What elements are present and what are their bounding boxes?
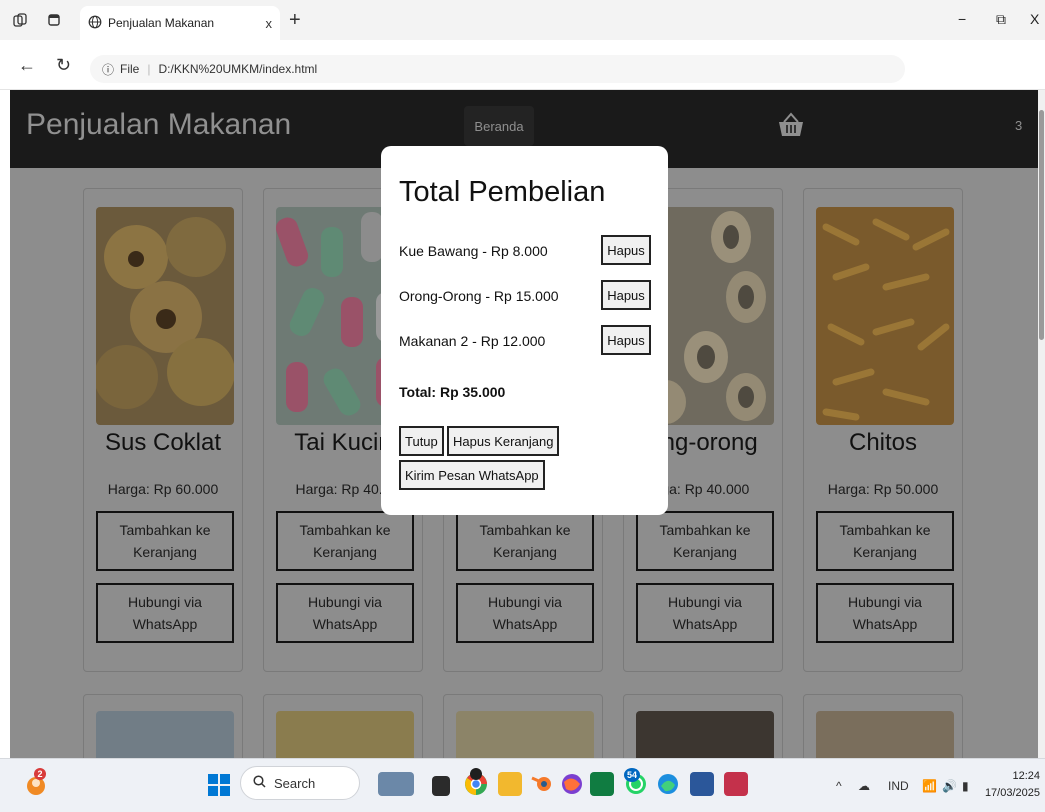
file-explorer-icon[interactable] (498, 772, 522, 796)
restore-icon[interactable]: ⧉ (996, 11, 1006, 28)
product-name: Chitos (848, 429, 918, 456)
cart-item: Kue Bawang - Rp 8.000 Hapus (399, 235, 654, 267)
info-icon[interactable]: ⓘ (102, 61, 114, 78)
modal-title: Total Pembelian (399, 176, 606, 208)
product-image (456, 711, 594, 758)
product-name: Sus Coklat (104, 429, 222, 456)
whatsapp-contact-button[interactable]: Hubungi via WhatsApp (816, 583, 954, 643)
whatsapp-badge: 54 (624, 768, 640, 782)
notification-badge: 2 (34, 768, 46, 780)
url-separator: | (147, 62, 151, 76)
remove-item-button[interactable]: Hapus (601, 235, 651, 265)
close-window-icon[interactable]: X (1030, 11, 1039, 27)
add-to-cart-button[interactable]: Tambahkan ke Keranjang (456, 511, 594, 571)
input-language[interactable]: IND (888, 779, 909, 793)
product-image (636, 711, 774, 758)
onedrive-icon[interactable]: ☁ (858, 779, 870, 793)
word-icon[interactable] (690, 772, 714, 796)
clear-cart-button[interactable]: Hapus Keranjang (447, 426, 560, 456)
product-card (803, 694, 963, 758)
product-card: Chitos Harga: Rp 50.000 Tambahkan ke Ker… (803, 188, 963, 672)
back-icon[interactable]: ← (18, 55, 36, 76)
globe-icon (88, 15, 102, 32)
site-title: Penjualan Makanan (26, 108, 292, 141)
product-price: Harga: Rp 50.000 (827, 481, 939, 497)
send-whatsapp-button[interactable]: Kirim Pesan WhatsApp (399, 460, 545, 490)
edge-icon[interactable] (656, 772, 680, 796)
chrome-badge-dot (470, 768, 482, 780)
product-card (263, 694, 423, 758)
battery-icon[interactable]: ▮ (962, 779, 969, 793)
tab-title: Penjualan Makanan (108, 16, 215, 30)
remove-item-button[interactable]: Hapus (601, 280, 651, 310)
excel-icon[interactable] (590, 772, 614, 796)
wifi-icon[interactable]: 📶 (922, 779, 937, 793)
whatsapp-contact-button[interactable]: Hubungi via WhatsApp (276, 583, 414, 643)
whatsapp-contact-button[interactable]: Hubungi via WhatsApp (636, 583, 774, 643)
product-image (96, 711, 234, 758)
volume-icon[interactable]: 🔊 (942, 779, 957, 793)
browser-tab[interactable]: Penjualan Makanan x (80, 6, 280, 40)
cart-count: 3 (1015, 118, 1023, 133)
product-image (276, 711, 414, 758)
add-to-cart-button[interactable]: Tambahkan ke Keranjang (96, 511, 234, 571)
close-modal-button[interactable]: Tutup (399, 426, 444, 456)
firefox-icon[interactable] (560, 772, 584, 796)
url-scheme: File (120, 62, 140, 76)
new-tab-button[interactable]: + (289, 9, 301, 32)
clock-time: 12:24 (1012, 770, 1040, 782)
scrollbar-thumb[interactable] (1039, 110, 1044, 340)
product-card (443, 694, 603, 758)
app-icon[interactable] (724, 772, 748, 796)
address-bar[interactable]: ⓘ File | D:/KKN%20UMKM/index.html (90, 55, 905, 83)
add-to-cart-button[interactable]: Tambahkan ke Keranjang (816, 511, 954, 571)
windows-start-icon[interactable] (208, 774, 230, 796)
cart-item-text: Makanan 2 - Rp 12.000 (399, 333, 546, 349)
widgets-icon[interactable] (378, 772, 414, 796)
tray-overflow-icon[interactable]: ^ (836, 779, 842, 793)
blender-icon[interactable] (530, 772, 554, 796)
cart-item-text: Kue Bawang - Rp 8.000 (399, 243, 548, 259)
nav-link-beranda[interactable]: Beranda (464, 106, 534, 146)
cart-item-text: Orong-Orong - Rp 15.000 (399, 288, 559, 304)
remove-item-button[interactable]: Hapus (601, 325, 651, 355)
clock-date: 17/03/2025 (984, 787, 1040, 799)
browser-tab-bar: Penjualan Makanan x + − ⧉ X (0, 0, 1045, 40)
product-image (96, 207, 234, 425)
search-icon (253, 775, 266, 791)
search-placeholder: Search (274, 775, 316, 791)
product-card: Sus Coklat Harga: Rp 60.000 Tambahkan ke… (83, 188, 243, 672)
product-card (83, 694, 243, 758)
purchase-total-modal: Total Pembelian Kue Bawang - Rp 8.000 Ha… (381, 146, 668, 515)
taskbar-search-input[interactable]: Search (240, 766, 360, 800)
cart-item: Makanan 2 - Rp 12.000 Hapus (399, 325, 654, 357)
url-text[interactable]: D:/KKN%20UMKM/index.html (158, 62, 317, 76)
workspaces-icon[interactable] (12, 12, 28, 28)
product-price: Harga: Rp 60.000 (107, 481, 219, 497)
product-image (816, 711, 954, 758)
refresh-icon[interactable]: ↻ (56, 55, 71, 76)
whatsapp-contact-button[interactable]: Hubungi via WhatsApp (456, 583, 594, 643)
task-view-icon[interactable] (432, 776, 450, 796)
product-card (623, 694, 783, 758)
add-to-cart-button[interactable]: Tambahkan ke Keranjang (276, 511, 414, 571)
product-image (816, 207, 954, 425)
tab-actions-icon[interactable] (46, 12, 62, 28)
minimize-icon[interactable]: − (958, 11, 966, 27)
cart-icon[interactable] (776, 110, 806, 140)
taskbar-clock[interactable]: 12:24 17/03/2025 (982, 768, 1040, 802)
cart-item: Orong-Orong - Rp 15.000 Hapus (399, 280, 654, 312)
cart-total: Total: Rp 35.000 (399, 384, 506, 400)
tab-close-icon[interactable]: x (266, 16, 273, 31)
whatsapp-contact-button[interactable]: Hubungi via WhatsApp (96, 583, 234, 643)
add-to-cart-button[interactable]: Tambahkan ke Keranjang (636, 511, 774, 571)
